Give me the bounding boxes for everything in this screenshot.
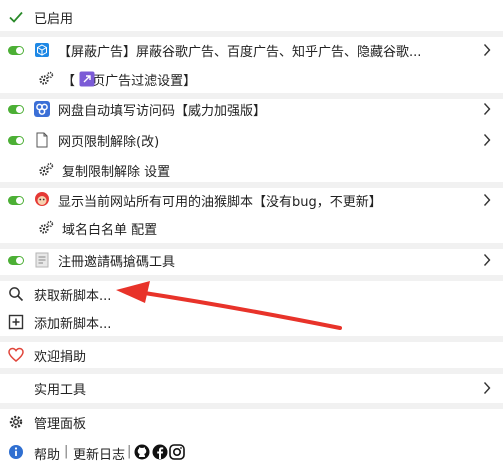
find-new-scripts[interactable]: 获取新脚本... xyxy=(0,279,503,309)
gears-icon xyxy=(39,162,54,176)
command-label: 【 网页广告过滤设置】 xyxy=(62,73,197,89)
gears-icon xyxy=(39,220,54,234)
enabled-toggle-row[interactable]: 已启用 xyxy=(0,2,503,32)
heart-icon xyxy=(8,347,24,362)
script-menu-command[interactable]: 【 网页广告过滤设置】 xyxy=(0,64,503,94)
chevron-right-icon[interactable] xyxy=(483,253,491,267)
add-new-script[interactable]: 添加新脚本... xyxy=(0,307,503,337)
script-item-finder[interactable]: 显示当前网站所有可用的油猴脚本【没有bug，不更新】 xyxy=(0,185,503,215)
info-icon xyxy=(9,445,23,459)
script-toggle[interactable] xyxy=(8,136,24,145)
script-item-unlock[interactable]: 网页限制解除(改) xyxy=(0,125,503,155)
check-icon xyxy=(9,11,23,23)
script-toggle[interactable] xyxy=(8,196,24,205)
chevron-right-icon[interactable] xyxy=(483,193,491,207)
chevron-right-icon[interactable] xyxy=(483,381,491,395)
search-icon xyxy=(9,287,24,302)
gears-icon xyxy=(39,71,54,85)
monkey-icon xyxy=(35,192,49,206)
script-name: 注冊邀請碼搶碼工具 xyxy=(58,254,176,270)
utilities-item[interactable]: 实用工具 xyxy=(0,373,503,403)
chevron-right-icon[interactable] xyxy=(483,102,491,116)
document-icon xyxy=(35,252,49,268)
instagram-icon[interactable] xyxy=(169,444,185,460)
script-menu-command[interactable]: 复制限制解除 设置 xyxy=(0,155,503,185)
chevron-right-icon[interactable] xyxy=(483,43,491,57)
changelog-link[interactable]: 更新日志 xyxy=(73,444,125,463)
script-toggle[interactable] xyxy=(8,46,24,55)
script-item-netdisk[interactable]: 网盘自动填写访问码【威力加强版】 xyxy=(0,94,503,124)
script-name: 显示当前网站所有可用的油猴脚本【没有bug，不更新】 xyxy=(58,194,382,210)
gear-icon xyxy=(9,415,23,429)
dashboard-item[interactable]: 管理面板 xyxy=(0,407,503,437)
script-toggle[interactable] xyxy=(8,105,24,114)
divider: | xyxy=(127,444,132,459)
external-link-icon xyxy=(79,71,95,87)
script-menu-command[interactable]: 域名白名单 配置 xyxy=(0,213,503,243)
facebook-icon[interactable] xyxy=(152,444,168,460)
netdisk-icon xyxy=(34,101,50,117)
chevron-right-icon[interactable] xyxy=(483,133,491,147)
script-item-invite[interactable]: 注冊邀請碼搶碼工具 xyxy=(0,245,503,275)
utilities-label: 实用工具 xyxy=(34,382,87,398)
script-item-adblock[interactable]: 【屏蔽广告】屏蔽谷歌广告、百度广告、知乎广告、隐藏谷歌... xyxy=(0,35,503,65)
help-link[interactable]: 帮助 xyxy=(34,444,60,463)
divider: | xyxy=(64,444,69,459)
plus-box-icon xyxy=(8,314,24,330)
donate-item[interactable]: 欢迎捐助 xyxy=(0,340,503,370)
cube-icon xyxy=(35,43,49,57)
github-icon[interactable] xyxy=(134,444,150,460)
script-toggle[interactable] xyxy=(8,256,24,265)
command-label: 域名白名单 配置 xyxy=(62,222,158,238)
script-name: 【屏蔽广告】屏蔽谷歌广告、百度广告、知乎广告、隐藏谷歌... xyxy=(58,44,422,60)
command-label: 复制限制解除 设置 xyxy=(62,164,171,180)
help-row: 帮助 | 更新日志 | xyxy=(0,437,503,467)
page-icon xyxy=(36,132,48,148)
